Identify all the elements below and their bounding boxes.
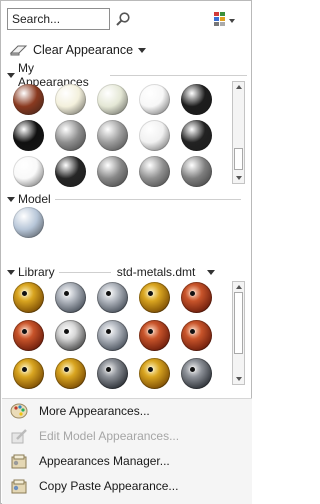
appearance-swatch[interactable] [181, 84, 212, 115]
appearance-swatch[interactable] [139, 120, 170, 151]
menu-item-label: Appearances Manager... [39, 454, 170, 468]
appearance-gallery-panel: Clear Appearance My Appearances Model Li… [0, 0, 252, 504]
appearance-swatch[interactable] [97, 120, 128, 151]
menu-item-label: More Appearances... [39, 404, 150, 418]
appearance-swatch[interactable] [139, 320, 170, 351]
edit-model-appearances-item[interactable]: Edit Model Appearances... [2, 424, 252, 448]
appearance-swatch[interactable] [181, 120, 212, 151]
view-options-icon[interactable] [213, 10, 237, 28]
library-header[interactable]: Library std-metals.dmt [7, 265, 247, 279]
library-dropdown-icon[interactable] [204, 267, 218, 277]
section-divider [58, 271, 111, 273]
palette-icon [10, 403, 28, 419]
swatch-highlight [22, 329, 27, 334]
clear-appearance-label: Clear Appearance [33, 43, 134, 57]
swatch-highlight [190, 329, 195, 334]
appearances-manager-item[interactable]: Appearances Manager... [2, 449, 252, 473]
appearance-swatch[interactable] [13, 320, 44, 351]
swatch-highlight [64, 329, 69, 334]
chevron-down-icon[interactable] [137, 46, 147, 54]
model-title: Model [18, 192, 51, 206]
more-appearances-item[interactable]: More Appearances... [2, 399, 252, 423]
swatch-highlight [148, 367, 153, 372]
copy-paste-appearance-item[interactable]: Copy Paste Appearance... [2, 474, 252, 498]
swatch-highlight [148, 291, 153, 296]
swatch-highlight [106, 329, 111, 334]
appearance-swatch[interactable] [139, 282, 170, 313]
scroll-thumb[interactable] [234, 148, 243, 170]
swatch-highlight [148, 329, 153, 334]
appearance-swatch[interactable] [97, 156, 128, 187]
my-appearances-scrollbar[interactable] [232, 81, 245, 184]
appearance-swatch[interactable] [139, 156, 170, 187]
model-header[interactable]: Model [7, 192, 247, 206]
scroll-thumb[interactable] [234, 292, 243, 354]
scroll-up-icon[interactable] [236, 85, 242, 89]
appearance-swatch[interactable] [181, 358, 212, 389]
search-icon[interactable] [115, 11, 131, 27]
appearance-swatch[interactable] [55, 84, 86, 115]
menu-item-label: Copy Paste Appearance... [39, 479, 179, 493]
swatch-highlight [64, 367, 69, 372]
appearance-swatch[interactable] [97, 358, 128, 389]
library-grid [13, 282, 223, 396]
scroll-down-icon[interactable] [236, 176, 242, 180]
appearance-swatch[interactable] [97, 320, 128, 351]
library-name[interactable]: std-metals.dmt [117, 265, 196, 279]
edit-appearance-icon [11, 429, 27, 444]
swatch-highlight [22, 291, 27, 296]
library-scrollbar[interactable] [232, 281, 245, 385]
collapse-triangle-icon[interactable] [7, 73, 15, 78]
appearance-swatch[interactable] [97, 282, 128, 313]
swatch-highlight [64, 291, 69, 296]
appearance-swatch[interactable] [13, 282, 44, 313]
scroll-down-icon[interactable] [236, 377, 242, 381]
swatch-highlight [22, 367, 27, 372]
appearance-swatch[interactable] [55, 282, 86, 313]
appearance-swatch[interactable] [181, 156, 212, 187]
eraser-icon [9, 45, 28, 56]
appearance-swatch[interactable] [55, 320, 86, 351]
section-divider [54, 198, 241, 200]
appearances-manager-icon [11, 454, 27, 469]
appearance-menu: More Appearances... Edit Model Appearanc… [2, 398, 252, 504]
appearance-swatch[interactable] [13, 120, 44, 151]
collapse-triangle-icon[interactable] [7, 197, 15, 202]
appearance-swatch[interactable] [55, 120, 86, 151]
section-divider [109, 74, 247, 76]
appearance-swatch[interactable] [181, 282, 212, 313]
clear-appearance-button[interactable]: Clear Appearance [9, 41, 147, 59]
swatch-highlight [106, 291, 111, 296]
library-title: Library [18, 265, 55, 279]
model-appearances-grid [13, 207, 55, 243]
my-appearances-grid [13, 84, 223, 192]
appearance-swatch[interactable] [13, 358, 44, 389]
copy-paste-icon [11, 479, 27, 494]
swatch-highlight [190, 367, 195, 372]
collapse-triangle-icon[interactable] [7, 270, 15, 275]
appearance-swatch[interactable] [181, 320, 212, 351]
swatch-highlight [106, 367, 111, 372]
appearance-swatch[interactable] [55, 358, 86, 389]
appearance-swatch[interactable] [139, 84, 170, 115]
scroll-up-icon[interactable] [236, 285, 242, 289]
appearance-swatch[interactable] [139, 358, 170, 389]
appearance-swatch[interactable] [13, 84, 44, 115]
swatch-highlight [190, 291, 195, 296]
appearance-swatch[interactable] [13, 207, 44, 238]
my-appearances-header[interactable]: My Appearances [7, 61, 247, 89]
search-input[interactable] [7, 8, 110, 30]
appearance-swatch[interactable] [97, 84, 128, 115]
appearance-swatch[interactable] [13, 156, 44, 187]
appearance-swatch[interactable] [55, 156, 86, 187]
menu-item-label: Edit Model Appearances... [39, 429, 180, 443]
